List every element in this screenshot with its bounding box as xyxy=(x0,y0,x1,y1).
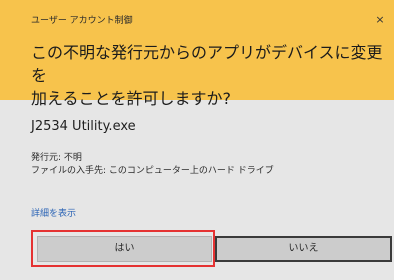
uac-dialog: ユーザー アカウント制御 × この不明な発行元からのアプリがデバイスに変更を 加… xyxy=(0,0,394,280)
app-name: J2534 Utility.exe xyxy=(31,119,136,134)
dialog-header: ユーザー アカウント制御 × この不明な発行元からのアプリがデバイスに変更を 加… xyxy=(0,0,394,108)
close-icon[interactable]: × xyxy=(372,12,388,28)
show-details-link[interactable]: 詳細を表示 xyxy=(31,206,76,219)
no-button[interactable]: いいえ xyxy=(215,236,392,262)
file-origin-text: ファイルの入手先: このコンピューター上のハード ドライブ xyxy=(31,166,274,176)
window-title: ユーザー アカウント制御 xyxy=(31,16,133,26)
publisher-text: 発行元: 不明 xyxy=(31,153,82,163)
permission-question: この不明な発行元からのアプリがデバイスに変更を 加えることを許可しますか? xyxy=(31,43,383,108)
app-info: 発行元: 不明 ファイルの入手先: このコンピューター上のハード ドライブ xyxy=(31,152,274,178)
highlight-box xyxy=(31,230,215,267)
